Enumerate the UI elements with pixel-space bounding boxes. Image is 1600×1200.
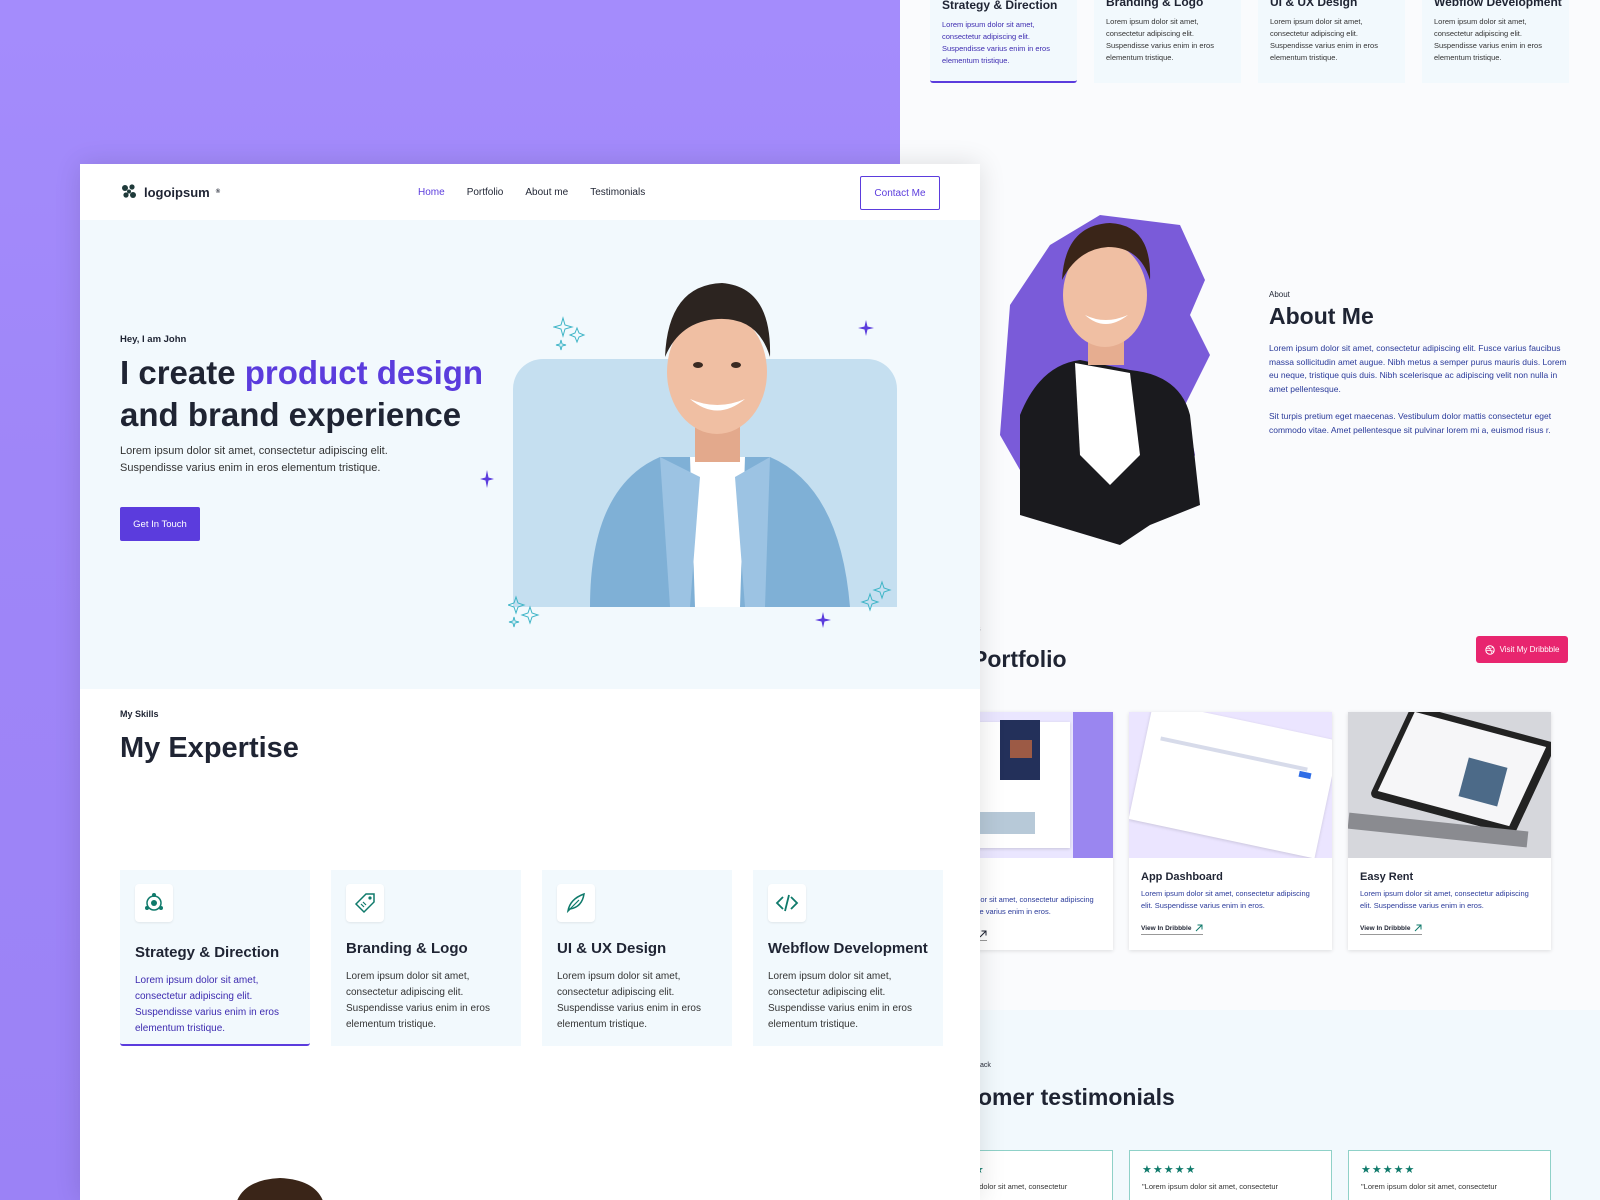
skill-card[interactable]: Strategy & Direction Lorem ipsum dolor s…	[120, 870, 310, 1046]
skill-title: Strategy & Direction	[135, 944, 280, 961]
portfolio-thumbnail	[1129, 712, 1332, 858]
sparkle-icon	[860, 580, 892, 612]
back-skill-card: UI & UX Design Lorem ipsum dolor sit ame…	[1258, 0, 1405, 83]
portfolio-desc: Lorem ipsum dolor sit amet, consectetur …	[1141, 889, 1310, 910]
logo[interactable]: logoipsum ®	[120, 183, 220, 201]
back-skill-title: Webflow Development	[1434, 0, 1562, 9]
view-dribbble-link[interactable]: View In Dribbble	[1141, 924, 1204, 935]
portfolio-title: App Dashboard	[1141, 871, 1223, 883]
view-link-label: View In Dribbble	[1360, 924, 1411, 932]
back-skill-title: Branding & Logo	[1106, 0, 1204, 9]
front-page-preview: logoipsum ® Home Portfolio About me Testi…	[80, 164, 980, 1200]
nav-home[interactable]: Home	[418, 187, 445, 198]
testimonials-title: omer testimonials	[978, 1084, 1175, 1110]
nav-portfolio[interactable]: Portfolio	[467, 187, 504, 198]
hero-portrait-image	[590, 283, 850, 607]
portfolio-title: Easy Rent	[1360, 871, 1414, 883]
back-skill-title: UI & UX Design	[1270, 0, 1358, 9]
feather-icon	[557, 884, 595, 922]
skill-text: Lorem ipsum dolor sit amet, consectetur …	[768, 971, 912, 1030]
about-portrait-image	[1000, 215, 1210, 545]
hero-lead: Lorem ipsum dolor sit amet, consectetur …	[120, 445, 388, 474]
skill-card[interactable]: Webflow Development Lorem ipsum dolor si…	[753, 870, 943, 1046]
strategy-icon	[135, 884, 173, 922]
portfolio-card[interactable]: Easy Rent Lorem ipsum dolor sit amet, co…	[1348, 712, 1551, 950]
dribbble-label: Visit My Dribbble	[1499, 645, 1560, 654]
arrow-up-right-icon	[980, 930, 987, 938]
sparkle-icon	[508, 595, 540, 628]
nav-links: Home Portfolio About me Testimonials	[418, 164, 645, 220]
contact-me-button[interactable]: Contact Me	[860, 176, 940, 210]
star-rating: ★★★★★	[1361, 1164, 1416, 1176]
portfolio-cards: m dolor sit amet, consectetur adipiscing…	[910, 712, 1551, 950]
view-dribbble-link[interactable]: View In Dribbble	[1360, 924, 1423, 935]
arrow-up-right-icon	[1415, 924, 1422, 932]
skill-title: UI & UX Design	[557, 940, 667, 957]
about-paragraph: Sit turpis pretium eget maecenas. Vestib…	[1269, 411, 1552, 435]
navbar: logoipsum ® Home Portfolio About me Testi…	[80, 164, 980, 220]
tag-icon	[346, 884, 384, 922]
arrow-up-right-icon	[1196, 924, 1203, 932]
hero-title: I create product design and brand experie…	[120, 352, 500, 436]
back-skill-title: Strategy & Direction	[942, 0, 1058, 12]
skill-card[interactable]: Branding & Logo Lorem ipsum dolor sit am…	[331, 870, 521, 1046]
back-page-preview: Strategy & Direction Lorem ipsum dolor s…	[900, 0, 1600, 1200]
skill-title: Branding & Logo	[346, 940, 468, 957]
code-icon	[768, 884, 806, 922]
portfolio-desc: Lorem ipsum dolor sit amet, consectetur …	[1360, 889, 1529, 910]
skill-text: Lorem ipsum dolor sit amet, consectetur …	[135, 975, 279, 1034]
nav-about[interactable]: About me	[525, 187, 568, 198]
testimonial-card: ★★★★★ "Lorem ipsum dolor sit amet, conse…	[1348, 1150, 1551, 1200]
star-rating: ★★	[963, 1163, 1100, 1176]
about-paragraph: Lorem ipsum dolor sit amet, consectetur …	[1269, 343, 1567, 394]
logo-text: logoipsum	[144, 184, 210, 200]
skill-card[interactable]: UI & UX Design Lorem ipsum dolor sit ame…	[542, 870, 732, 1046]
skills-title: My Expertise	[120, 732, 299, 764]
testimonial-text: "Lorem ipsum dolor sit amet, consectetur	[1361, 1182, 1498, 1191]
back-skill-card: Strategy & Direction Lorem ipsum dolor s…	[930, 0, 1077, 83]
sparkle-icon	[858, 320, 874, 336]
skill-cards: Strategy & Direction Lorem ipsum dolor s…	[120, 870, 943, 1046]
sparkle-icon	[553, 316, 586, 351]
hero-title-accent: product design	[244, 354, 484, 391]
about-title: About Me	[1269, 303, 1374, 329]
hero-title-plain: I create	[120, 354, 245, 391]
nav-testimonials[interactable]: Testimonials	[590, 187, 645, 198]
back-skill-text: Lorem ipsum dolor sit amet, consectetur …	[942, 20, 1050, 65]
sparkle-icon	[480, 470, 494, 488]
testimonials-eyebrow: ack	[980, 1062, 991, 1069]
sparkle-icon	[815, 612, 831, 628]
portfolio-card[interactable]: App Dashboard Lorem ipsum dolor sit amet…	[1129, 712, 1332, 950]
skill-text: Lorem ipsum dolor sit amet, consectetur …	[346, 971, 490, 1030]
star-rating: ★★★★★	[1142, 1164, 1197, 1176]
view-link-label: View In Dribbble	[1141, 924, 1192, 932]
logo-icon	[122, 184, 136, 198]
back-skill-text: Lorem ipsum dolor sit amet, consectetur …	[1270, 17, 1378, 62]
back-skill-card: Webflow Development Lorem ipsum dolor si…	[1422, 0, 1569, 83]
skills-eyebrow: My Skills	[120, 709, 159, 719]
testimonial-text: "Lorem ipsum dolor sit amet, consectetur	[1142, 1182, 1279, 1191]
skill-text: Lorem ipsum dolor sit amet, consectetur …	[557, 971, 701, 1030]
back-skill-cards: Strategy & Direction Lorem ipsum dolor s…	[930, 0, 1569, 83]
portfolio-title: Portfolio	[972, 646, 1067, 672]
hero-greeting: Hey, I am John	[120, 334, 187, 345]
back-skill-text: Lorem ipsum dolor sit amet, consectetur …	[1106, 17, 1214, 62]
skill-title: Webflow Development	[768, 940, 928, 957]
get-in-touch-button[interactable]: Get In Touch	[120, 507, 200, 541]
back-skill-text: Lorem ipsum dolor sit amet, consectetur …	[1434, 17, 1542, 62]
hero-title-rest: and brand experience	[120, 396, 462, 433]
about-eyebrow: About	[1269, 290, 1290, 299]
portfolio-desc: m dolor sit amet, consectetur adipiscing…	[962, 895, 1094, 916]
testimonial-cards: ★★ sum dolor sit amet, consectetur ★★★★★…	[910, 1150, 1551, 1200]
testimonial-text: sum dolor sit amet, consectetur	[963, 1182, 1068, 1191]
back-skill-card: Branding & Logo Lorem ipsum dolor sit am…	[1094, 0, 1241, 83]
dribbble-icon	[1484, 644, 1495, 655]
about-section: About About Me Lorem ipsum dolor sit ame…	[1269, 290, 1569, 437]
about-portrait-peek	[237, 1178, 323, 1200]
hero-section: Hey, I am John I create product design an…	[80, 220, 980, 689]
visit-dribbble-button[interactable]: Visit My Dribbble	[1476, 636, 1568, 663]
portfolio-thumbnail	[1348, 712, 1551, 858]
testimonial-card: ★★★★★ "Lorem ipsum dolor sit amet, conse…	[1129, 1150, 1332, 1200]
